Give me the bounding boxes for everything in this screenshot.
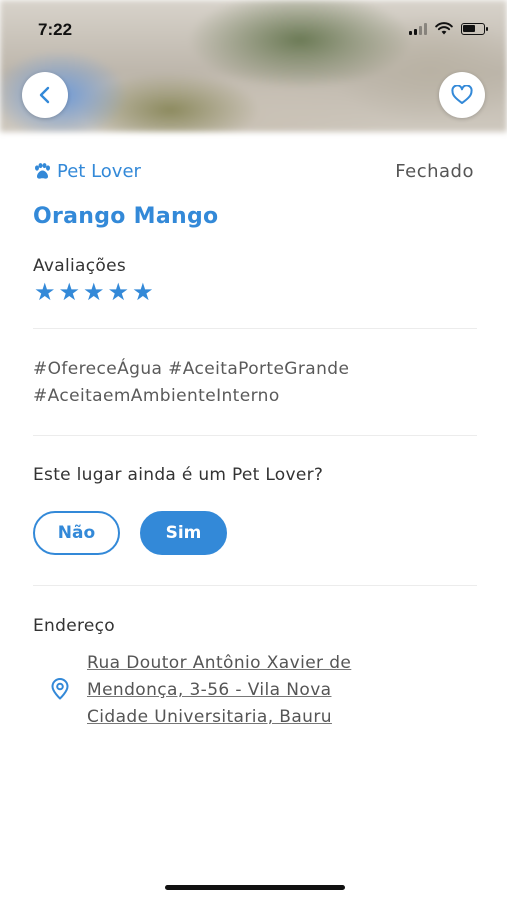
favorite-button[interactable] xyxy=(439,72,485,118)
header-row: Pet Lover Fechado xyxy=(33,161,477,185)
chevron-left-icon xyxy=(39,86,50,104)
status-time: 7:22 xyxy=(38,20,73,39)
battery-icon xyxy=(461,22,488,35)
star-icon: ★ xyxy=(58,278,81,306)
divider xyxy=(33,435,477,436)
category-label: Pet Lover xyxy=(57,161,141,182)
open-status: Fechado xyxy=(395,161,474,182)
divider xyxy=(33,328,477,329)
address-label: Endereço xyxy=(33,616,115,636)
address-line: Rua Doutor Antônio Xavier de xyxy=(87,653,352,673)
signal-icon xyxy=(409,22,427,35)
pet-lover-question: Este lugar ainda é um Pet Lover? xyxy=(33,465,324,485)
paw-icon xyxy=(35,163,50,179)
tags-line: #AceitaemAmbienteInterno xyxy=(33,386,280,406)
star-icon: ★ xyxy=(107,278,130,306)
status-icons xyxy=(409,22,488,35)
heart-icon xyxy=(451,85,473,104)
address-line: Cidade Universitaria, Bauru xyxy=(87,707,332,727)
star-icon: ★ xyxy=(132,278,154,306)
map-pin-icon xyxy=(51,678,69,700)
rating-label: Avaliações xyxy=(33,256,127,276)
place-detail-screen: 7:22 Pet Lover Fechado Orango Mango Aval… xyxy=(0,0,507,900)
tags-line: #OfereceÁgua #AceitaPorteGrande xyxy=(33,359,350,379)
place-name: Orango Mango xyxy=(33,204,219,229)
star-icon: ★ xyxy=(34,278,56,306)
no-button[interactable]: Não xyxy=(33,511,120,555)
wifi-icon xyxy=(435,22,453,35)
divider xyxy=(33,585,477,586)
address-link[interactable]: Rua Doutor Antônio Xavier de Mendonça, 3… xyxy=(87,650,417,731)
address-line: Mendonça, 3-56 - Vila Nova xyxy=(87,680,332,700)
back-button[interactable] xyxy=(22,72,68,118)
home-indicator[interactable] xyxy=(165,885,345,890)
star-icon: ★ xyxy=(83,278,105,306)
tags: #OfereceÁgua #AceitaPorteGrande #Aceitae… xyxy=(33,356,349,410)
yes-button[interactable]: Sim xyxy=(140,511,227,555)
status-bar: 7:22 xyxy=(0,0,507,60)
rating-stars: ★ ★ ★ ★ ★ xyxy=(34,280,154,304)
category-badge: Pet Lover xyxy=(33,161,141,182)
